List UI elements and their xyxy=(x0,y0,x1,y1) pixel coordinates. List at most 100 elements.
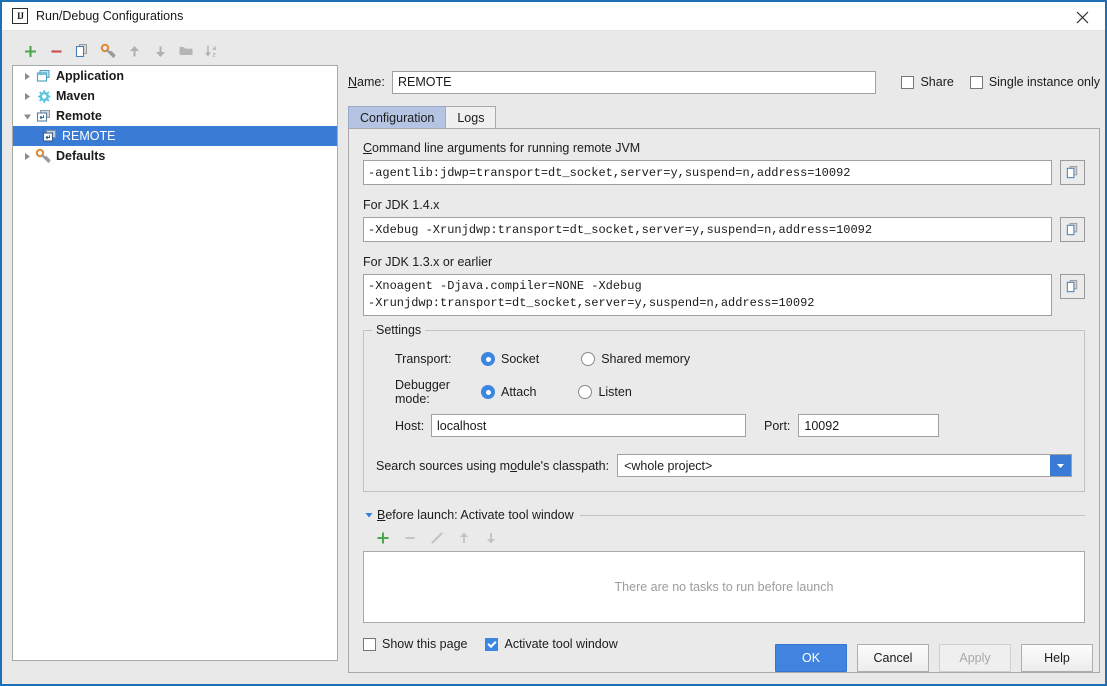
ok-button[interactable]: OK xyxy=(775,644,847,672)
tree-item-label: Application xyxy=(56,69,125,83)
radio-dot[interactable] xyxy=(581,352,596,366)
radio-dot[interactable] xyxy=(481,385,495,399)
add-task-button[interactable] xyxy=(371,526,395,550)
host-input[interactable] xyxy=(431,414,746,437)
radio-dot[interactable] xyxy=(578,385,593,399)
remote-icon xyxy=(41,128,57,144)
name-input[interactable] xyxy=(392,70,877,94)
button-label: OK xyxy=(801,651,821,665)
expand-arrow-icon[interactable] xyxy=(19,68,35,84)
checkbox-box[interactable] xyxy=(485,637,499,651)
copy-cmdline-button[interactable] xyxy=(1060,160,1085,185)
jdk13-input[interactable]: -Xnoagent -Djava.compiler=NONE -Xdebug -… xyxy=(363,274,1052,316)
tab-configuration[interactable]: Configuration xyxy=(348,106,447,128)
copy-configuration-button[interactable] xyxy=(70,39,94,63)
close-icon[interactable] xyxy=(1060,2,1105,32)
transport-socket-label: Socket xyxy=(501,352,540,366)
debugger-mode-listen-label: Listen xyxy=(598,385,632,399)
settings-legend: Settings xyxy=(372,323,426,337)
debugger-mode-row: Debugger mode: Attach Listen xyxy=(376,378,1072,406)
run-debug-configurations-dialog: IJ Run/Debug Configurations a z Applicat… xyxy=(0,0,1107,686)
before-launch-empty-text: There are no tasks to run before launch xyxy=(614,580,834,594)
configurations-pane: a z Application Maven Remote REMOTE Defa… xyxy=(12,37,338,661)
dialog-footer: OK Cancel Apply Help xyxy=(775,644,1093,672)
editor-tabs: Configuration Logs xyxy=(348,106,1100,128)
sort-alphabetically-button[interactable]: a z xyxy=(200,39,224,63)
show-this-page-checkbox[interactable]: Show this page xyxy=(363,637,467,651)
move-down-button[interactable] xyxy=(148,39,172,63)
title-bar: IJ Run/Debug Configurations xyxy=(2,0,1105,31)
wrench-icon xyxy=(35,148,51,164)
name-row-options: Share Single instance only xyxy=(901,75,1100,89)
edit-task-button[interactable] xyxy=(425,526,449,550)
tree-item-defaults[interactable]: Defaults xyxy=(13,146,337,166)
search-sources-value: <whole project> xyxy=(624,458,713,473)
before-launch-section: Before launch: Activate tool window Ther… xyxy=(363,508,1085,651)
name-label: Name: xyxy=(348,75,385,89)
host-port-row: Host: Port: xyxy=(376,413,1072,438)
move-task-down-button[interactable] xyxy=(479,526,503,550)
collapse-arrow-icon[interactable] xyxy=(19,108,35,124)
edit-defaults-button[interactable] xyxy=(96,39,120,63)
svg-text:z: z xyxy=(213,52,216,59)
single-instance-only-label: Single instance only xyxy=(988,75,1100,89)
before-launch-header: Before launch: Activate tool window xyxy=(363,508,1085,522)
triangle-down-icon[interactable] xyxy=(363,511,375,519)
debugger-mode-attach-radio[interactable]: Attach xyxy=(481,385,536,399)
transport-socket-radio[interactable]: Socket xyxy=(481,352,539,366)
before-launch-toolbar xyxy=(363,525,1085,551)
remove-configuration-button[interactable] xyxy=(44,39,68,63)
name-row: Name: Share Single instance only xyxy=(348,69,1100,95)
radio-dot[interactable] xyxy=(481,352,495,366)
jdk13-row: -Xnoagent -Djava.compiler=NONE -Xdebug -… xyxy=(363,274,1085,316)
copy-jdk13-button[interactable] xyxy=(1060,274,1085,299)
remote-icon xyxy=(35,108,51,124)
add-configuration-button[interactable] xyxy=(18,39,42,63)
tree-item-remote-config[interactable]: REMOTE xyxy=(13,126,337,146)
host-label: Host: xyxy=(395,418,425,433)
apply-button[interactable]: Apply xyxy=(939,644,1011,672)
chevron-down-icon[interactable] xyxy=(1050,455,1071,476)
share-label: Share xyxy=(920,75,954,89)
help-button[interactable]: Help xyxy=(1021,644,1093,672)
move-up-button[interactable] xyxy=(122,39,146,63)
transport-row: Transport: Socket Shared memory xyxy=(376,347,1072,371)
configuration-editor-pane: Name: Share Single instance only Configu… xyxy=(348,37,1100,673)
button-label: Apply xyxy=(959,651,991,665)
new-folder-button[interactable] xyxy=(174,39,198,63)
before-launch-task-list[interactable]: There are no tasks to run before launch xyxy=(363,551,1085,623)
transport-shared-memory-label: Shared memory xyxy=(601,352,691,366)
tree-item-remote[interactable]: Remote xyxy=(13,106,337,126)
expand-arrow-icon[interactable] xyxy=(19,88,35,104)
tree-item-label: Defaults xyxy=(56,149,106,163)
cancel-button[interactable]: Cancel xyxy=(857,644,929,672)
checkbox-box[interactable] xyxy=(969,75,983,89)
jdk14-input[interactable]: -Xdebug -Xrunjdwp:transport=dt_socket,se… xyxy=(363,217,1052,242)
move-task-up-button[interactable] xyxy=(452,526,476,550)
tree-item-application[interactable]: Application xyxy=(13,66,337,86)
transport-label: Transport: xyxy=(395,352,452,366)
expand-arrow-icon[interactable] xyxy=(19,148,35,164)
tab-logs[interactable]: Logs xyxy=(445,106,497,128)
tree-item-label: Remote xyxy=(56,109,102,123)
debugger-mode-attach-label: Attach xyxy=(501,385,537,399)
tab-label: Configuration xyxy=(360,110,435,125)
debugger-mode-listen-radio[interactable]: Listen xyxy=(578,385,632,399)
single-instance-only-checkbox[interactable]: Single instance only xyxy=(969,75,1100,89)
search-sources-label: Search sources using module's classpath: xyxy=(376,458,610,473)
remove-task-button[interactable] xyxy=(398,526,422,550)
search-sources-dropdown[interactable]: <whole project> xyxy=(617,454,1072,477)
checkbox-box[interactable] xyxy=(901,75,915,89)
cmdline-input[interactable]: -agentlib:jdwp=transport=dt_socket,serve… xyxy=(363,160,1052,185)
activate-tool-window-checkbox[interactable]: Activate tool window xyxy=(485,637,618,651)
cmdline-label: Command line arguments for running remot… xyxy=(363,141,641,155)
button-label: Help xyxy=(1044,651,1070,665)
tree-item-maven[interactable]: Maven xyxy=(13,86,337,106)
show-this-page-label: Show this page xyxy=(382,637,468,651)
share-checkbox[interactable]: Share xyxy=(901,75,954,89)
port-input[interactable] xyxy=(798,414,940,437)
copy-jdk14-button[interactable] xyxy=(1060,217,1085,242)
configurations-tree[interactable]: Application Maven Remote REMOTE Defaults xyxy=(12,65,338,661)
transport-shared-memory-radio[interactable]: Shared memory xyxy=(581,352,690,366)
checkbox-box[interactable] xyxy=(363,637,376,651)
